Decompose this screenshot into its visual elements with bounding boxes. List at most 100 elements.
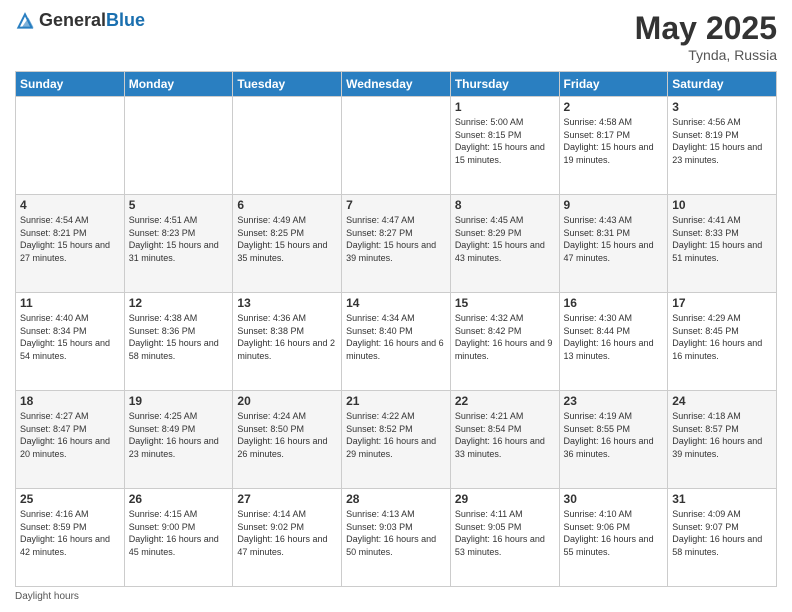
- day-number: 26: [129, 492, 229, 506]
- day-info: Sunrise: 4:27 AMSunset: 8:47 PMDaylight:…: [20, 410, 120, 460]
- calendar-cell: 5 Sunrise: 4:51 AMSunset: 8:23 PMDaylight…: [124, 195, 233, 293]
- day-number: 11: [20, 296, 120, 310]
- title-block: May 2025 Tynda, Russia: [635, 10, 777, 63]
- calendar-cell: 19Sunrise: 4:25 AMSunset: 8:49 PMDayligh…: [124, 391, 233, 489]
- daylight-hours-label: Daylight hours: [15, 591, 79, 602]
- day-info: Sunrise: 4:51 AMSunset: 8:23 PMDaylight:…: [129, 214, 229, 264]
- day-info: Sunrise: 4:15 AMSunset: 9:00 PMDaylight:…: [129, 508, 229, 558]
- day-number: 14: [346, 296, 446, 310]
- calendar-cell: 2Sunrise: 4:58 AMSunset: 8:17 PMDaylight…: [559, 97, 668, 195]
- calendar-cell: 23Sunrise: 4:19 AMSunset: 8:55 PMDayligh…: [559, 391, 668, 489]
- calendar-week-row: 1Sunrise: 5:00 AMSunset: 8:15 PMDaylight…: [16, 97, 777, 195]
- calendar: SundayMondayTuesdayWednesdayThursdayFrid…: [15, 71, 777, 587]
- calendar-cell: 15 Sunrise: 4:32 AMSunset: 8:42 PMDayligh…: [450, 293, 559, 391]
- calendar-cell: 1Sunrise: 5:00 AMSunset: 8:15 PMDaylight…: [450, 97, 559, 195]
- day-number: 9: [564, 198, 664, 212]
- day-info: Sunrise: 4:45 AMSunset: 8:29 PMDaylight:…: [455, 214, 555, 264]
- calendar-day-header: Wednesday: [342, 72, 451, 97]
- calendar-cell: 17 Sunrise: 4:29 AMSunset: 8:45 PMDayligh…: [668, 293, 777, 391]
- page: GeneralBlue May 2025 Tynda, Russia Sunda…: [0, 0, 792, 612]
- day-number: 10: [672, 198, 772, 212]
- header: GeneralBlue May 2025 Tynda, Russia: [15, 10, 777, 63]
- day-number: 28: [346, 492, 446, 506]
- day-number: 12: [129, 296, 229, 310]
- logo-icon: [15, 11, 35, 31]
- calendar-cell: [233, 97, 342, 195]
- calendar-cell: 3Sunrise: 4:56 AMSunset: 8:19 PMDaylight…: [668, 97, 777, 195]
- calendar-cell: 26 Sunrise: 4:15 AMSunset: 9:00 PMDayligh…: [124, 489, 233, 587]
- calendar-cell: 11Sunrise: 4:40 AMSunset: 8:34 PMDayligh…: [16, 293, 125, 391]
- day-info: Sunrise: 4:43 AMSunset: 8:31 PMDaylight:…: [564, 214, 664, 264]
- day-info: Sunrise: 4:11 AMSunset: 9:05 PMDaylight:…: [455, 508, 555, 558]
- calendar-cell: 28Sunrise: 4:13 AMSunset: 9:03 PMDayligh…: [342, 489, 451, 587]
- calendar-cell: 24 Sunrise: 4:18 AMSunset: 8:57 PMDayligh…: [668, 391, 777, 489]
- day-info: Sunrise: 4:14 AMSunset: 9:02 PMDaylight:…: [237, 508, 337, 558]
- calendar-cell: 7 Sunrise: 4:47 AMSunset: 8:27 PMDaylight…: [342, 195, 451, 293]
- day-number: 21: [346, 394, 446, 408]
- calendar-cell: [342, 97, 451, 195]
- day-number: 5: [129, 198, 229, 212]
- day-info: Sunrise: 4:25 AMSunset: 8:49 PMDaylight:…: [129, 410, 229, 460]
- day-info: Sunrise: 4:18 AMSunset: 8:57 PMDaylight:…: [672, 410, 772, 460]
- calendar-day-header: Friday: [559, 72, 668, 97]
- footer: Daylight hours: [15, 591, 777, 602]
- calendar-day-header: Thursday: [450, 72, 559, 97]
- calendar-cell: 25 Sunrise: 4:16 AMSunset: 8:59 PMDayligh…: [16, 489, 125, 587]
- calendar-cell: 30Sunrise: 4:10 AMSunset: 9:06 PMDayligh…: [559, 489, 668, 587]
- calendar-cell: 12 Sunrise: 4:38 AMSunset: 8:36 PMDayligh…: [124, 293, 233, 391]
- calendar-cell: 13Sunrise: 4:36 AMSunset: 8:38 PMDayligh…: [233, 293, 342, 391]
- calendar-cell: 29 Sunrise: 4:11 AMSunset: 9:05 PMDayligh…: [450, 489, 559, 587]
- calendar-week-row: 4 Sunrise: 4:54 AMSunset: 8:21 PMDaylight…: [16, 195, 777, 293]
- day-info: Sunrise: 4:54 AMSunset: 8:21 PMDaylight:…: [20, 214, 120, 264]
- calendar-cell: 16Sunrise: 4:30 AMSunset: 8:44 PMDayligh…: [559, 293, 668, 391]
- day-number: 4: [20, 198, 120, 212]
- calendar-day-header: Sunday: [16, 72, 125, 97]
- day-number: 29: [455, 492, 555, 506]
- day-number: 7: [346, 198, 446, 212]
- day-info: Sunrise: 4:21 AMSunset: 8:54 PMDaylight:…: [455, 410, 555, 460]
- calendar-cell: 8 Sunrise: 4:45 AMSunset: 8:29 PMDaylight…: [450, 195, 559, 293]
- calendar-cell: 21 Sunrise: 4:22 AMSunset: 8:52 PMDayligh…: [342, 391, 451, 489]
- calendar-cell: 4 Sunrise: 4:54 AMSunset: 8:21 PMDaylight…: [16, 195, 125, 293]
- logo-general: General: [39, 10, 106, 30]
- day-info: Sunrise: 4:56 AMSunset: 8:19 PMDaylight:…: [672, 116, 772, 166]
- calendar-day-header: Monday: [124, 72, 233, 97]
- calendar-header-row: SundayMondayTuesdayWednesdayThursdayFrid…: [16, 72, 777, 97]
- day-number: 2: [564, 100, 664, 114]
- day-info: Sunrise: 4:09 AMSunset: 9:07 PMDaylight:…: [672, 508, 772, 558]
- calendar-cell: 10 Sunrise: 4:41 AMSunset: 8:33 PMDayligh…: [668, 195, 777, 293]
- calendar-cell: 18 Sunrise: 4:27 AMSunset: 8:47 PMDayligh…: [16, 391, 125, 489]
- day-info: Sunrise: 4:16 AMSunset: 8:59 PMDaylight:…: [20, 508, 120, 558]
- day-info: Sunrise: 4:22 AMSunset: 8:52 PMDaylight:…: [346, 410, 446, 460]
- calendar-cell: 9 Sunrise: 4:43 AMSunset: 8:31 PMDaylight…: [559, 195, 668, 293]
- day-number: 31: [672, 492, 772, 506]
- calendar-cell: 27Sunrise: 4:14 AMSunset: 9:02 PMDayligh…: [233, 489, 342, 587]
- calendar-week-row: 11Sunrise: 4:40 AMSunset: 8:34 PMDayligh…: [16, 293, 777, 391]
- day-info: Sunrise: 4:47 AMSunset: 8:27 PMDaylight:…: [346, 214, 446, 264]
- day-info: Sunrise: 4:41 AMSunset: 8:33 PMDaylight:…: [672, 214, 772, 264]
- calendar-cell: [124, 97, 233, 195]
- day-number: 24: [672, 394, 772, 408]
- calendar-week-row: 25 Sunrise: 4:16 AMSunset: 8:59 PMDayligh…: [16, 489, 777, 587]
- calendar-cell: 22 Sunrise: 4:21 AMSunset: 8:54 PMDayligh…: [450, 391, 559, 489]
- day-number: 6: [237, 198, 337, 212]
- day-number: 8: [455, 198, 555, 212]
- day-number: 15: [455, 296, 555, 310]
- calendar-day-header: Saturday: [668, 72, 777, 97]
- day-info: Sunrise: 5:00 AMSunset: 8:15 PMDaylight:…: [455, 116, 555, 166]
- location: Tynda, Russia: [635, 47, 777, 63]
- day-number: 22: [455, 394, 555, 408]
- day-info: Sunrise: 4:32 AMSunset: 8:42 PMDaylight:…: [455, 312, 555, 362]
- day-number: 25: [20, 492, 120, 506]
- day-info: Sunrise: 4:38 AMSunset: 8:36 PMDaylight:…: [129, 312, 229, 362]
- day-info: Sunrise: 4:34 AMSunset: 8:40 PMDaylight:…: [346, 312, 446, 362]
- day-number: 16: [564, 296, 664, 310]
- calendar-cell: 6Sunrise: 4:49 AMSunset: 8:25 PMDaylight…: [233, 195, 342, 293]
- day-info: Sunrise: 4:29 AMSunset: 8:45 PMDaylight:…: [672, 312, 772, 362]
- day-number: 17: [672, 296, 772, 310]
- day-info: Sunrise: 4:10 AMSunset: 9:06 PMDaylight:…: [564, 508, 664, 558]
- calendar-cell: 20Sunrise: 4:24 AMSunset: 8:50 PMDayligh…: [233, 391, 342, 489]
- calendar-cell: [16, 97, 125, 195]
- day-number: 18: [20, 394, 120, 408]
- calendar-cell: 31 Sunrise: 4:09 AMSunset: 9:07 PMDayligh…: [668, 489, 777, 587]
